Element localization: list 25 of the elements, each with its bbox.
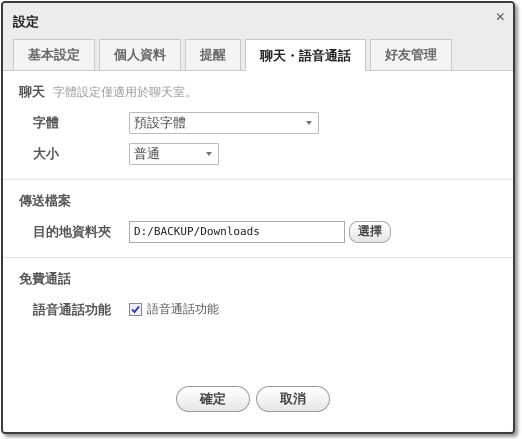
- section-title: 免費通話: [19, 271, 71, 288]
- tab[interactable]: 好友管理: [370, 39, 452, 70]
- close-button[interactable]: ×: [494, 9, 507, 27]
- section-note: 字體設定僅適用於聊天室。: [53, 84, 197, 101]
- dropdown[interactable]: 普通: [129, 142, 219, 164]
- choose-button[interactable]: 選擇: [349, 220, 391, 242]
- folder-path-field[interactable]: D:/BACKUP/Downloads: [129, 220, 345, 242]
- checkbox-label: 語音通話功能: [147, 301, 219, 318]
- tab[interactable]: 個人資料: [99, 39, 181, 70]
- dialog-button[interactable]: 確定: [176, 386, 250, 412]
- window-title: 設定: [13, 14, 39, 31]
- dropdown[interactable]: 預設字體: [129, 112, 319, 134]
- tab[interactable]: 提醒: [185, 39, 241, 70]
- field-label: 目的地資料夾: [32, 224, 112, 240]
- field-label: 語音通話功能: [32, 302, 112, 318]
- section-title: 聊天: [19, 84, 45, 101]
- dialog-button[interactable]: 取消: [256, 386, 330, 412]
- checkbox[interactable]: [129, 303, 142, 316]
- field-label: 字體: [32, 114, 60, 132]
- caret-icon: [206, 152, 212, 156]
- tab[interactable]: 聊天・語音通話: [245, 39, 366, 71]
- section-title: 傳送檔案: [19, 192, 71, 210]
- tab[interactable]: 基本設定: [13, 39, 95, 70]
- caret-icon: [306, 120, 312, 124]
- field-label: 大小: [32, 146, 60, 162]
